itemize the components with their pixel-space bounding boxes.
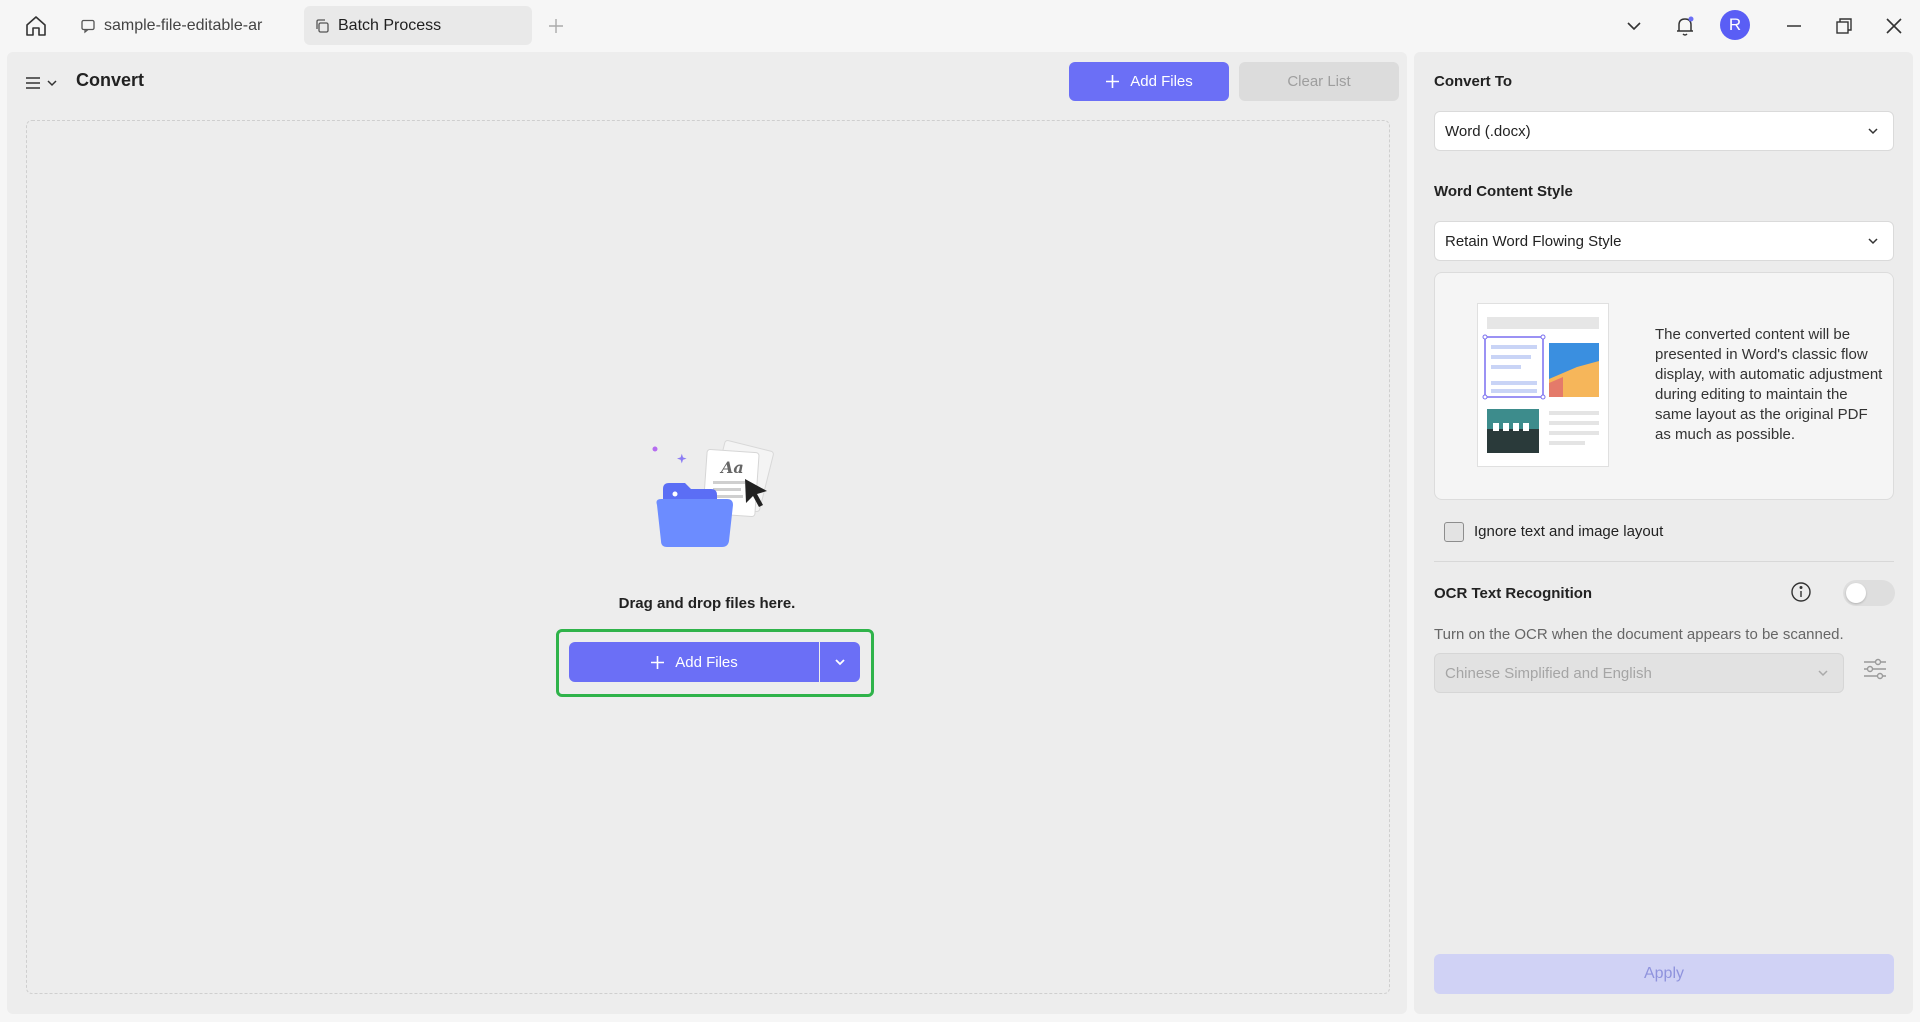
hamburger-icon <box>26 77 40 89</box>
apply-label: Apply <box>1643 965 1685 982</box>
home-button[interactable] <box>16 9 56 43</box>
drop-instructions: Drag and drop files here. <box>618 595 796 612</box>
tabs-dropdown-button[interactable] <box>1618 10 1650 42</box>
center-add-files-label: Add Files <box>675 653 738 671</box>
ocr-toggle[interactable] <box>1843 580 1895 606</box>
style-description: The converted content will be presented … <box>1655 326 1883 443</box>
close-icon <box>1886 18 1902 34</box>
divider <box>1434 561 1894 562</box>
convert-to-label: Convert To <box>1434 73 1513 90</box>
ignore-layout-checkbox[interactable] <box>1444 522 1464 542</box>
plus-icon <box>549 19 563 33</box>
restore-icon <box>1836 18 1852 34</box>
minimize-button[interactable] <box>1778 10 1810 42</box>
ocr-language-value: Chinese Simplified and English <box>1445 664 1652 682</box>
menu-button[interactable] <box>25 68 63 98</box>
chevron-down-icon <box>1627 22 1641 31</box>
clear-list-button[interactable]: Clear List <box>1239 62 1399 101</box>
plus-icon <box>1106 75 1120 88</box>
comment-icon <box>80 18 96 34</box>
chevron-down-icon <box>1868 238 1878 245</box>
word-layout-preview-image <box>1477 303 1609 467</box>
center-add-files-button[interactable]: Add Files <box>569 642 819 682</box>
info-icon[interactable] <box>1790 581 1812 603</box>
ocr-hint: Turn on the OCR when the document appear… <box>1434 626 1844 643</box>
content-style-label: Word Content Style <box>1434 183 1573 200</box>
ignore-layout-label: Ignore text and image layout <box>1474 523 1664 540</box>
add-files-dropdown-button[interactable] <box>820 642 860 682</box>
style-preview: The converted content will be presented … <box>1434 272 1894 500</box>
ocr-label: OCR Text Recognition <box>1434 585 1593 602</box>
tab-label: Batch Process <box>338 16 442 34</box>
notifications-button[interactable] <box>1669 10 1701 42</box>
sliders-icon[interactable] <box>1862 657 1888 681</box>
page-title: Convert <box>76 70 145 90</box>
avatar-letter: R <box>1728 15 1742 34</box>
chevron-down-icon <box>835 659 845 666</box>
close-button[interactable] <box>1878 10 1910 42</box>
svg-text:Aa: Aa <box>719 458 744 477</box>
chevron-down-icon <box>1868 128 1878 135</box>
content-style-value: Retain Word Flowing Style <box>1445 232 1622 250</box>
files-folder-illustration: Aa <box>652 440 774 547</box>
home-icon <box>26 16 46 36</box>
content-style-select[interactable]: Retain Word Flowing Style <box>1434 221 1894 261</box>
convert-to-value: Word (.docx) <box>1445 122 1531 140</box>
title-bar: sample-file-editable-ar Batch Process R <box>0 0 1920 52</box>
chevron-down-icon <box>47 80 57 87</box>
chevron-down-icon <box>1818 670 1828 677</box>
bell-icon <box>1677 16 1694 36</box>
convert-panel: Convert Add Files Clear List Aa Drag and… <box>7 52 1407 1014</box>
clear-list-label: Clear List <box>1287 73 1351 90</box>
restore-button[interactable] <box>1828 10 1860 42</box>
add-files-label: Add Files <box>1130 73 1193 90</box>
add-files-button[interactable]: Add Files <box>1069 62 1229 101</box>
tab-sample-file[interactable]: sample-file-editable-ar <box>70 6 296 45</box>
apply-button[interactable]: Apply <box>1434 954 1894 994</box>
convert-to-select[interactable]: Word (.docx) <box>1434 111 1894 151</box>
settings-panel: Convert To Word (.docx) Word Content Sty… <box>1414 52 1913 1014</box>
new-tab-button[interactable] <box>544 14 568 38</box>
avatar[interactable]: R <box>1720 10 1750 40</box>
tab-batch-process[interactable]: Batch Process <box>304 6 532 45</box>
batch-copy-icon <box>314 18 330 34</box>
ocr-language-select[interactable]: Chinese Simplified and English <box>1434 653 1844 693</box>
tab-label: sample-file-editable-ar <box>104 16 263 34</box>
minimize-icon <box>1787 25 1801 27</box>
plus-icon <box>651 655 665 669</box>
